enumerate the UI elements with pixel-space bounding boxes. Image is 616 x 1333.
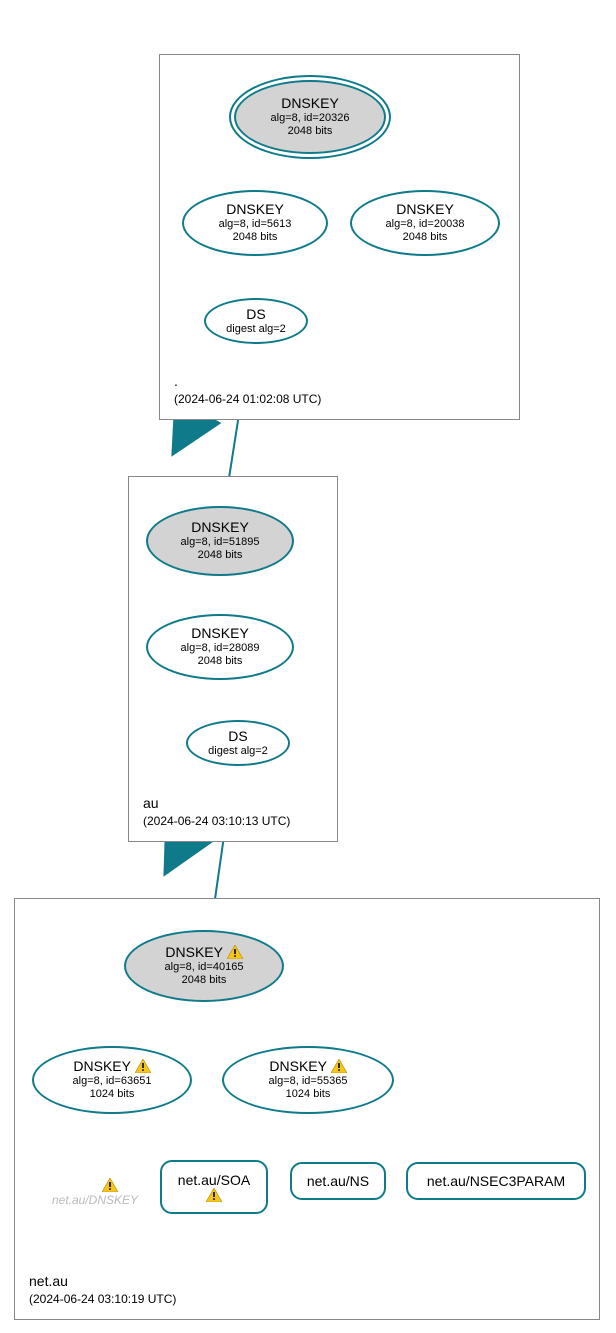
node-root-zsk1: DNSKEY alg=8, id=5613 2048 bits [182, 190, 328, 256]
node-line3: 2048 bits [288, 125, 333, 138]
node-line2: alg=8, id=40165 [165, 961, 244, 974]
warning-icon [331, 1059, 347, 1073]
node-title: DNSKEY [269, 1058, 346, 1075]
node-line3: 2048 bits [198, 549, 243, 562]
node-line3: 2048 bits [233, 231, 278, 244]
rr-label: net.au/NS [307, 1173, 369, 1190]
warning-icon [135, 1059, 151, 1073]
node-title: DNSKEY [165, 944, 242, 961]
node-title: DNSKEY [73, 1058, 150, 1075]
node-line3: 2048 bits [182, 974, 227, 987]
zone-root-ts: (2024-06-24 01:02:08 UTC) [174, 391, 321, 407]
zone-au-name: au [143, 794, 290, 813]
node-title: DS [228, 728, 247, 745]
warning-icon [102, 1178, 118, 1192]
node-title-text: DNSKEY [73, 1058, 130, 1074]
node-title-text: DNSKEY [269, 1058, 326, 1074]
node-au-ksk: DNSKEY alg=8, id=51895 2048 bits [146, 506, 294, 576]
node-title: DNSKEY [281, 95, 339, 112]
node-line2: alg=8, id=28089 [181, 642, 260, 655]
warning-icon [227, 945, 243, 959]
node-title: DNSKEY [191, 625, 249, 642]
node-au-zsk: DNSKEY alg=8, id=28089 2048 bits [146, 614, 294, 680]
node-netau-zsk2: DNSKEY alg=8, id=55365 1024 bits [222, 1046, 394, 1114]
zone-netau-label: net.au (2024-06-24 03:10:19 UTC) [29, 1272, 176, 1307]
diagram-canvas: . (2024-06-24 01:02:08 UTC) DNSKEY alg=8… [0, 0, 616, 1333]
node-rr-nsec3: net.au/NSEC3PARAM [406, 1162, 586, 1200]
node-line3: 2048 bits [198, 655, 243, 668]
node-root-zsk2: DNSKEY alg=8, id=20038 2048 bits [350, 190, 500, 256]
node-line3: 1024 bits [90, 1088, 135, 1101]
node-rr-soa: net.au/SOA [160, 1160, 268, 1214]
node-title: DNSKEY [226, 201, 284, 218]
node-line3: 2048 bits [403, 231, 448, 244]
node-rr-ns: net.au/NS [290, 1162, 386, 1200]
zone-netau-ts: (2024-06-24 03:10:19 UTC) [29, 1291, 176, 1307]
node-line3: 1024 bits [286, 1088, 331, 1101]
zone-au-label: au (2024-06-24 03:10:13 UTC) [143, 794, 290, 829]
node-title: DNSKEY [191, 519, 249, 536]
zone-au-ts: (2024-06-24 03:10:13 UTC) [143, 813, 290, 829]
zone-root-name: . [174, 372, 321, 391]
node-line2: alg=8, id=63651 [73, 1075, 152, 1088]
node-title-text: DNSKEY [165, 944, 222, 960]
node-line2: alg=8, id=55365 [269, 1075, 348, 1088]
ghost-dnskey: net.au/DNSKEY [40, 1178, 150, 1207]
node-line2: digest alg=2 [208, 745, 268, 758]
zone-root-label: . (2024-06-24 01:02:08 UTC) [174, 372, 321, 407]
node-line2: digest alg=2 [226, 323, 286, 336]
node-root-ksk: DNSKEY alg=8, id=20326 2048 bits [234, 80, 386, 154]
node-line2: alg=8, id=5613 [219, 218, 292, 231]
zone-netau-name: net.au [29, 1272, 176, 1291]
node-netau-ksk: DNSKEY alg=8, id=40165 2048 bits [124, 930, 284, 1002]
node-netau-zsk1: DNSKEY alg=8, id=63651 1024 bits [32, 1046, 192, 1114]
node-title: DNSKEY [396, 201, 454, 218]
warning-icon [206, 1188, 222, 1202]
node-line2: alg=8, id=51895 [181, 536, 260, 549]
rr-label: net.au/SOA [178, 1172, 250, 1189]
node-root-ds: DS digest alg=2 [204, 298, 308, 344]
node-title: DS [246, 306, 265, 323]
node-au-ds: DS digest alg=2 [186, 720, 290, 766]
rr-label: net.au/NSEC3PARAM [427, 1173, 565, 1190]
node-line2: alg=8, id=20038 [386, 218, 465, 231]
ghost-label: net.au/DNSKEY [40, 1193, 150, 1207]
node-line2: alg=8, id=20326 [271, 112, 350, 125]
